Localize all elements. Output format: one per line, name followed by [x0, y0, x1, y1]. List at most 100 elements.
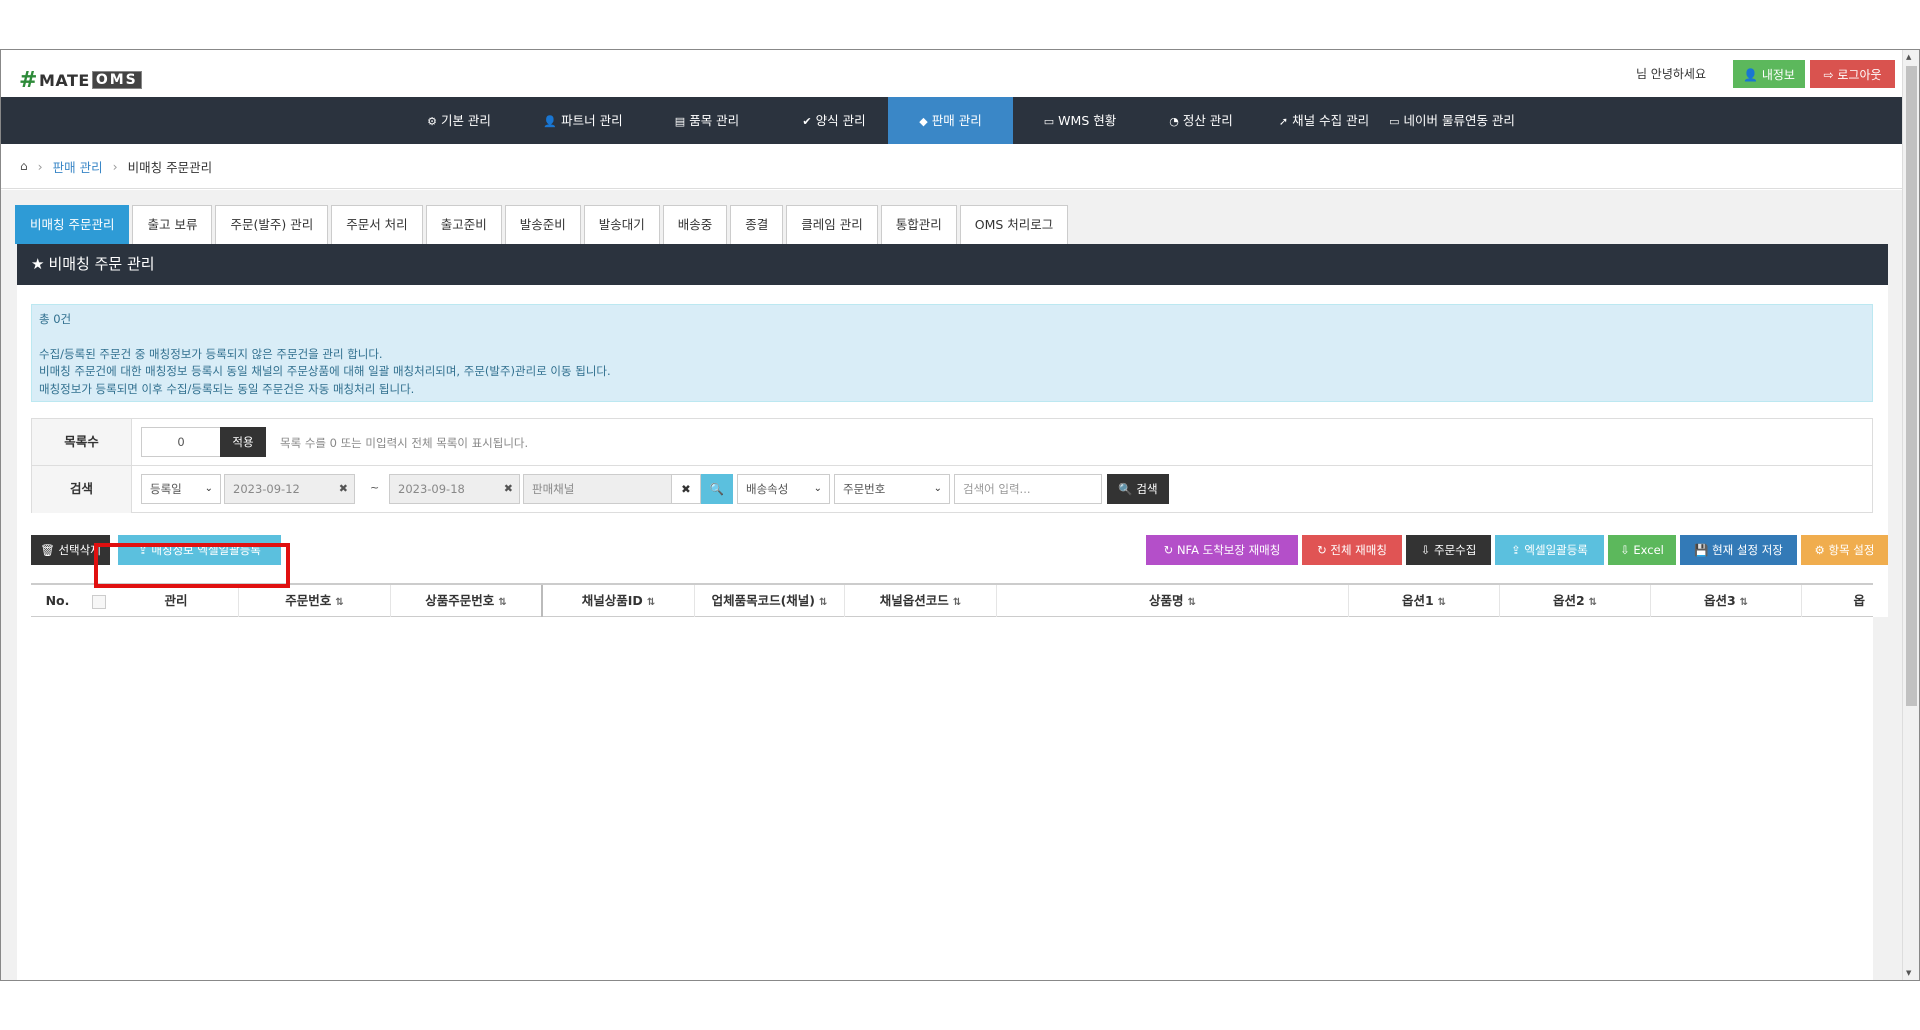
date-type-select[interactable]: 등록일 ⌄ [141, 474, 221, 504]
channel-clear-button[interactable]: ✖ [671, 474, 701, 504]
nav-item-channel[interactable]: ➚ 채널 수집 관리 [1271, 97, 1377, 144]
column-settings-button[interactable]: ⚙ 항목 설정 [1801, 535, 1888, 565]
order-number-select[interactable]: 주문번호 ⌄ [834, 474, 950, 504]
download-icon: ⇩ [1420, 543, 1431, 557]
nav-label: 채널 수집 관리 [1292, 113, 1370, 128]
nav-label: 파트너 관리 [561, 113, 623, 128]
excel-download-button[interactable]: ⇩ Excel [1608, 535, 1676, 565]
filter-row-search: 검색 등록일 ⌄ 2023-09-12 ✖ ~ 2023-09-18 ✖ 판매채널 ✖… [32, 466, 1872, 513]
select-all-checkbox[interactable] [92, 594, 106, 609]
order-number-value: 주문번호 [843, 482, 886, 496]
col-channel-product-id[interactable]: 채널상품ID ⇅ [543, 585, 695, 617]
save-settings-button[interactable]: 💾 현재 설정 저장 [1680, 535, 1797, 565]
breadcrumb: ⌂ › 판매 관리 › 비매칭 주문관리 [1, 144, 1903, 189]
nav-label: 판매 관리 [931, 113, 982, 128]
myinfo-button[interactable]: 👤 내정보 [1733, 60, 1805, 88]
col-option2[interactable]: 옵션2 ⇅ [1500, 585, 1651, 617]
excel-bulk-label: 엑셀일괄등록 [1524, 543, 1588, 557]
col-no[interactable]: No. [31, 585, 84, 617]
sales-channel-input[interactable]: 판매채널 [523, 474, 672, 504]
nav-label: 양식 관리 [815, 113, 866, 128]
nav-item-wms[interactable]: ▭ WMS 현황 [1025, 97, 1135, 144]
user-icon: 👤 [1743, 67, 1758, 82]
tab-unmatched-orders[interactable]: 비매칭 주문관리 [15, 205, 130, 244]
chevron-down-icon: ⌄ [204, 483, 213, 494]
panel-header: ★ 비매칭 주문 관리 [17, 244, 1888, 285]
col-product-name[interactable]: 상품명 ⇅ [997, 585, 1349, 617]
clear-icon[interactable]: ✖ [504, 475, 513, 503]
close-icon: ✖ [681, 482, 691, 496]
breadcrumb-sales-link[interactable]: 판매 관리 [53, 157, 103, 176]
date-to-input[interactable]: 2023-09-18 ✖ [389, 474, 520, 504]
tab-order-management[interactable]: 주문(발주) 관리 [215, 205, 329, 244]
col-option1-label: 옵션1 [1401, 593, 1434, 608]
nav-item-naver[interactable]: ▭ 네이버 물류연동 관리 [1382, 97, 1522, 144]
list-count-input[interactable]: 0 [141, 427, 221, 457]
info-line-1: 수집/등록된 주문건 중 매칭정보가 등록되지 않은 주문건을 관리 합니다. [39, 346, 383, 361]
app-window: # MATE OMS 님 안녕하세요 👤 내정보 ⇨ 로그아웃 ⚙ 기본 관리 👤… [0, 49, 1920, 981]
search-icon: 🔍 [1118, 482, 1133, 496]
col-option4-partial[interactable]: 옵 [1802, 585, 1873, 617]
tab-shipment-prep[interactable]: 출고준비 [425, 205, 502, 244]
tab-integrated[interactable]: 통합관리 [880, 205, 957, 244]
shipping-attr-select[interactable]: 배송속성 ⌄ [737, 474, 830, 504]
tab-claims[interactable]: 클레임 관리 [786, 205, 878, 244]
excel-label: Excel [1633, 543, 1664, 557]
tab-in-delivery[interactable]: 배송중 [662, 205, 728, 244]
tab-oms-log[interactable]: OMS 처리로그 [959, 205, 1069, 244]
logout-button[interactable]: ⇨ 로그아웃 [1810, 60, 1895, 88]
nav-label: WMS 현황 [1058, 113, 1117, 128]
clear-icon[interactable]: ✖ [339, 475, 348, 503]
save-icon: 💾 [1694, 543, 1709, 557]
col-product-order-number[interactable]: 상품주문번호 ⇅ [391, 585, 543, 617]
sort-icon: ⇅ [498, 597, 507, 608]
keyword-input[interactable]: 검색어 입력... [954, 474, 1102, 504]
scroll-up-icon[interactable]: ▲ [1906, 53, 1911, 61]
page-scrollbar[interactable]: ▲ ▼ [1902, 50, 1919, 980]
order-collect-button[interactable]: ⇩ 주문수집 [1406, 535, 1491, 565]
date-from-input[interactable]: 2023-09-12 ✖ [224, 474, 355, 504]
nav-item-settlement[interactable]: ◔ 정산 관리 [1147, 97, 1255, 144]
logo-hash-icon: # [19, 67, 38, 93]
refresh-icon: ↻ [1317, 543, 1327, 557]
all-rematch-button[interactable]: ↻ 전체 재매칭 [1302, 535, 1402, 565]
info-line-3: 매칭정보가 등록되면 이후 수집/등록되는 동일 주문건은 자동 매칭처리 됩니… [39, 381, 415, 396]
nav-item-partner[interactable]: 👤 파트너 관리 [523, 97, 643, 144]
scrollbar-thumb[interactable] [1906, 66, 1917, 706]
chevron-down-icon: ⌄ [813, 483, 822, 494]
list-count-hint: 목록 수를 0 또는 미입력시 전체 목록이 표시됩니다. [280, 436, 529, 450]
nav-item-basic[interactable]: ⚙ 기본 관리 [405, 97, 513, 144]
col-vendor-item-code-label: 업체품목코드(채널) [711, 593, 816, 608]
sort-icon: ⇅ [1187, 597, 1196, 608]
apply-button[interactable]: 적용 [220, 427, 266, 457]
info-box: 총 0건 수집/등록된 주문건 중 매칭정보가 등록되지 않은 주문건을 관리 … [31, 304, 1873, 402]
col-channel-option-code[interactable]: 채널옵션코드 ⇅ [845, 585, 997, 617]
col-option3[interactable]: 옵션3 ⇅ [1651, 585, 1802, 617]
sub-tabs: 비매칭 주문관리 출고 보류 주문(발주) 관리 주문서 처리 출고준비 발송준… [15, 205, 1071, 244]
tab-dispatch-prep[interactable]: 발송준비 [504, 205, 581, 244]
col-option1[interactable]: 옵션1 ⇅ [1349, 585, 1500, 617]
tab-shipment-hold[interactable]: 출고 보류 [132, 205, 213, 244]
col-order-number[interactable]: 주문번호 ⇅ [239, 585, 391, 617]
scroll-down-icon[interactable]: ▼ [1906, 969, 1911, 977]
col-select-all[interactable] [84, 585, 114, 617]
tab-order-processing[interactable]: 주문서 처리 [331, 205, 423, 244]
nav-item-sales[interactable]: ◆ 판매 관리 [888, 97, 1013, 144]
tab-dispatch-wait[interactable]: 발송대기 [583, 205, 660, 244]
col-vendor-item-code[interactable]: 업체품목코드(채널) ⇅ [695, 585, 845, 617]
tab-closed[interactable]: 종결 [730, 205, 784, 244]
excel-bulk-upload-button[interactable]: ⇪ 엑셀일괄등록 [1495, 535, 1604, 565]
nav-item-product[interactable]: ▤ 품목 관리 [653, 97, 761, 144]
nfa-rematch-button[interactable]: ↻ NFA 도착보장 재매칭 [1146, 535, 1298, 565]
logo[interactable]: # MATE OMS [19, 67, 142, 93]
nav-item-form[interactable]: ✔ 양식 관리 [779, 97, 889, 144]
sort-icon: ⇅ [1588, 597, 1598, 608]
home-icon[interactable]: ⌂ [20, 159, 28, 173]
nfa-rematch-label: NFA 도착보장 재매칭 [1176, 543, 1281, 557]
save-settings-label: 현재 설정 저장 [1712, 543, 1783, 557]
main-nav: ⚙ 기본 관리 👤 파트너 관리 ▤ 품목 관리 ✔ 양식 관리 ◆ 판매 관리 ▭ WMS… [1, 97, 1903, 144]
table-scrollbar[interactable] [1873, 617, 1888, 980]
nav-label: 정산 관리 [1182, 113, 1233, 128]
search-button[interactable]: 🔍 검색 [1107, 474, 1169, 504]
channel-search-button[interactable]: 🔍 [701, 474, 733, 504]
